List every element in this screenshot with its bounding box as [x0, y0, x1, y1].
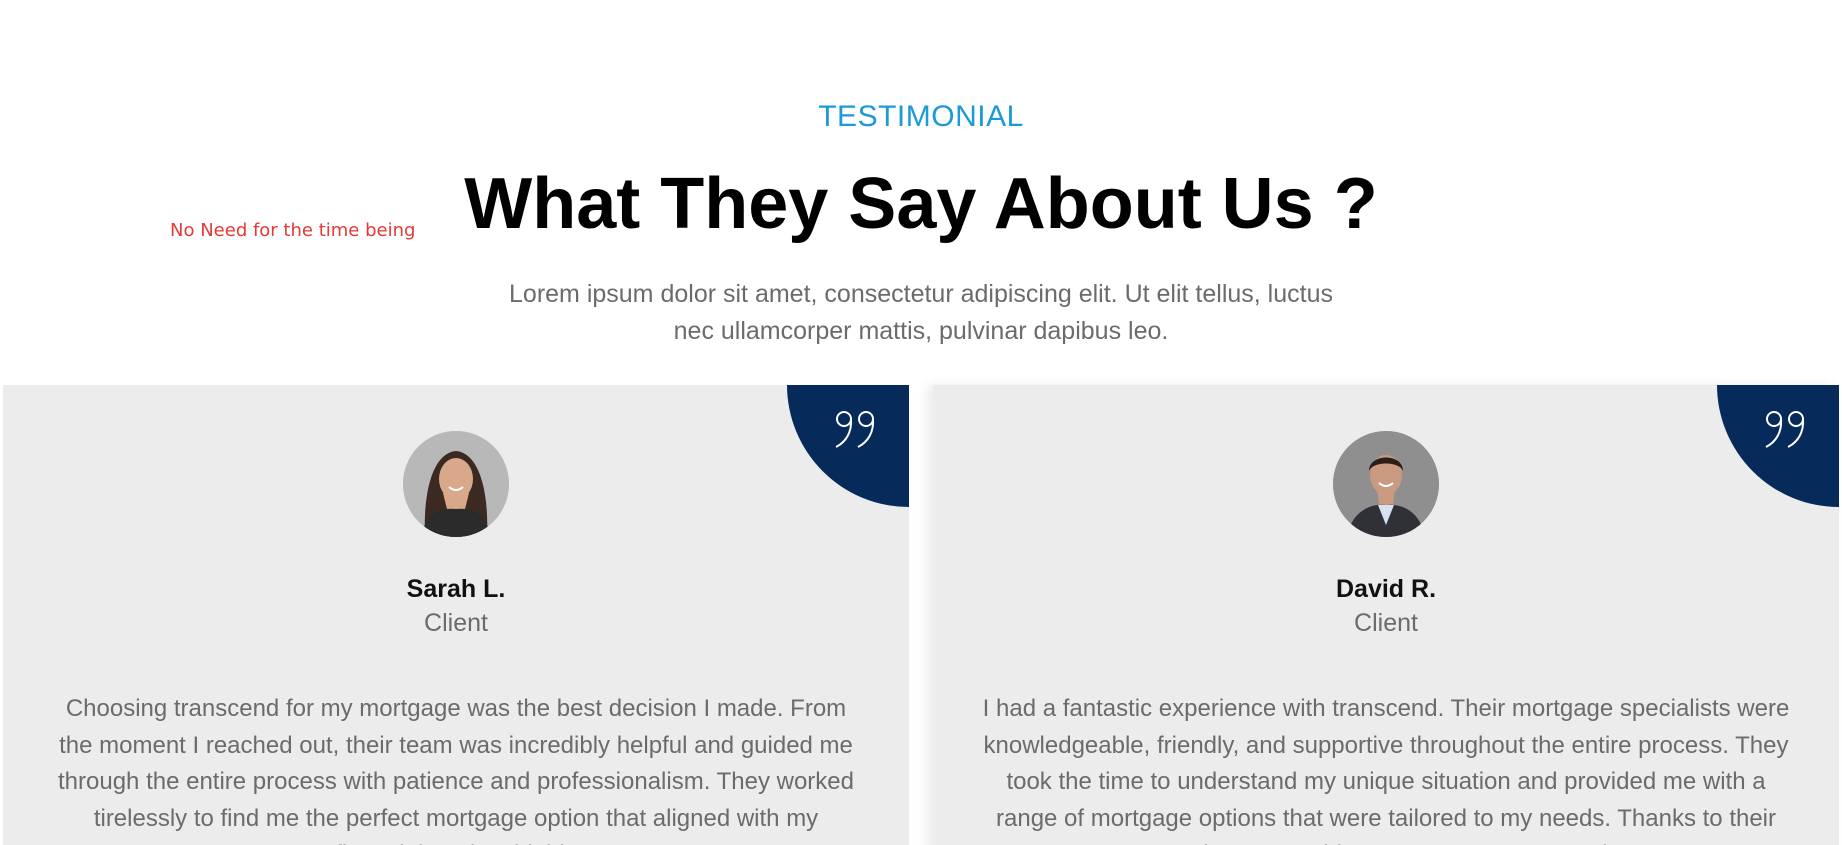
testimonial-role: Client [1354, 609, 1418, 637]
quote-icon [1765, 411, 1805, 448]
testimonial-name: David R. [1335, 575, 1437, 603]
quote-badge [1717, 385, 1839, 507]
section-subtitle: Lorem ipsum dolor sit amet, consectetur … [471, 276, 1371, 350]
subtitle-line: Lorem ipsum dolor sit amet, consectetur … [509, 280, 1333, 308]
subtitle-line: nec ullamcorper mattis, pulvinar dapibus… [673, 317, 1169, 345]
testimonial-name: Sarah L. [406, 575, 506, 603]
woman-avatar [403, 431, 509, 537]
testimonial-card: Sarah L. Client Choosing transcend for m… [3, 385, 909, 845]
section-title: What They Say About Us ? [464, 164, 1378, 244]
testimonial-section: TESTIMONIAL No Need for the time being W… [0, 0, 1842, 845]
testimonial-quote: Choosing transcend for my mortgage was t… [58, 695, 854, 845]
testimonial-card: David R. Client I had a fantastic experi… [933, 385, 1839, 845]
man-avatar [1333, 431, 1439, 537]
section-eyebrow: TESTIMONIAL [818, 100, 1024, 133]
testimonial-role: Client [424, 609, 488, 637]
quote-icon [835, 411, 875, 448]
testimonial-quote: I had a fantastic experience with transc… [982, 695, 1790, 845]
quote-badge [787, 385, 909, 507]
